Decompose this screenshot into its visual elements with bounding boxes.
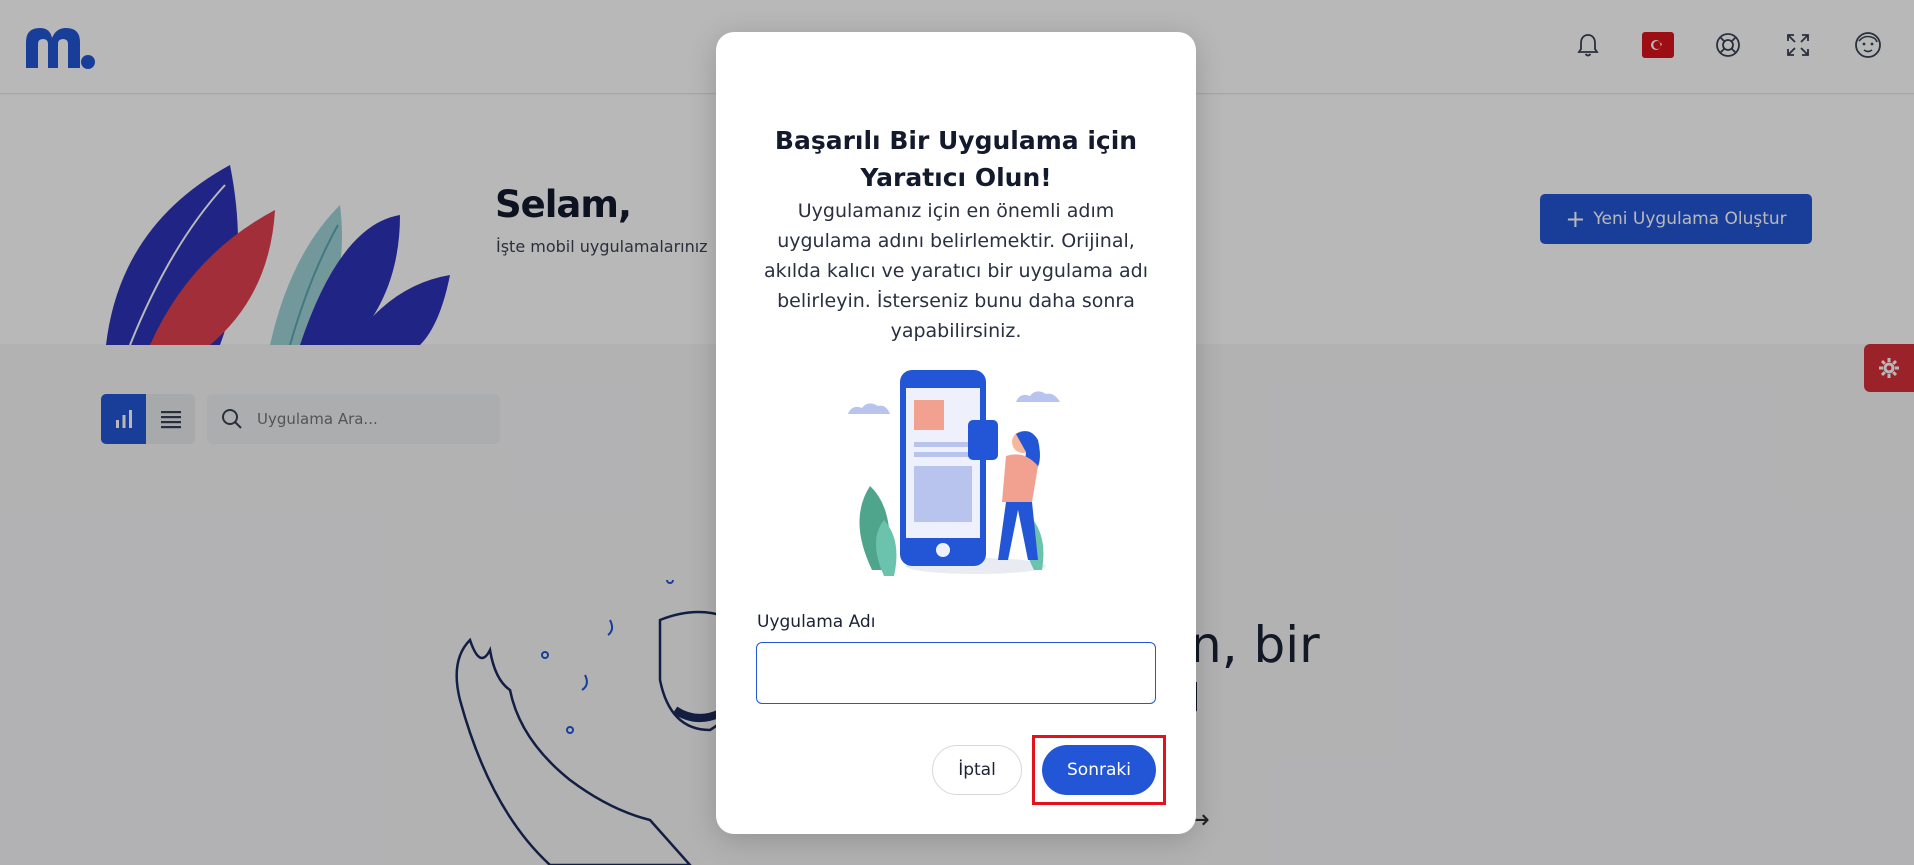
next-button[interactable]: Sonraki <box>1042 745 1156 795</box>
dialog-title: Başarılı Bir Uygulama için Yaratıcı Olun… <box>716 122 1196 196</box>
dialog-title-line2: Yaratıcı Olun! <box>860 163 1052 192</box>
app-name-label: Uygulama Adı <box>757 612 876 632</box>
dialog-title-line1: Başarılı Bir Uygulama için <box>774 126 1138 155</box>
dialog-description: Uygulamanız için en önemli adım uygulama… <box>763 200 1149 342</box>
app-name-input[interactable] <box>756 642 1156 704</box>
phone-illustration <box>848 370 1060 576</box>
create-app-dialog: Başarılı Bir Uygulama için Yaratıcı Olun… <box>716 32 1196 834</box>
cancel-button[interactable]: İptal <box>932 745 1022 795</box>
